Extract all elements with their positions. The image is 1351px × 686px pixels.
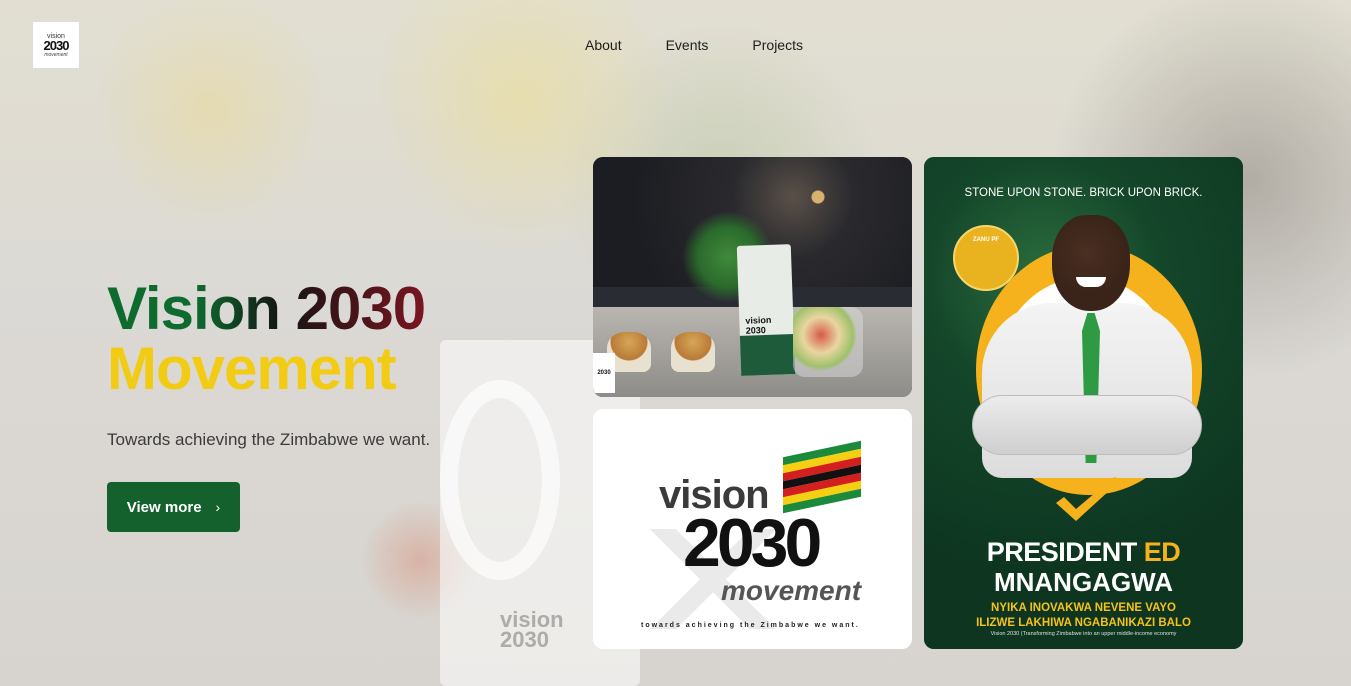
muffin [671,332,715,372]
portrait-face [1052,215,1130,311]
nav-projects[interactable]: Projects [752,37,803,53]
view-more-label: View more [126,498,202,516]
poster-slogan-line1: NYIKA INOVAKWA NEVENE VAYO [991,602,1176,614]
mini-logo: 2030 [593,353,615,393]
checkmark-icon [1056,477,1122,521]
poster-title-ed: ED [1143,537,1181,567]
chandelier-light [778,167,858,227]
view-more-button[interactable]: View more › [107,482,240,532]
hero-title-line2: Movement [107,335,397,402]
gift-bag-band [739,334,796,376]
event-photo-card[interactable]: vision 2030 2030 [593,157,912,397]
poster-slogan: NYIKA INOVAKWA NEVENE VAYO ILIZWE LAKHIW… [924,601,1243,631]
gift-bag-label: vision 2030 [745,314,772,336]
nav-about[interactable]: About [585,37,622,53]
poster-title-president: PRESIDENT [986,537,1144,567]
zimbabwe-flag-icon [783,440,861,514]
logo-tagline: towards achieving the Zimbabwe we want. [641,622,860,629]
hero-title: Vision 2030 Movement [107,275,426,402]
chevron-right-icon: › [215,499,221,515]
gift-bag: vision 2030 [736,244,796,376]
logo-movement-text: movement [721,575,862,606]
zanu-pf-badge: ZANU PF [953,225,1019,291]
hero-subtitle: Towards achieving the Zimbabwe we want. [107,430,431,449]
logo-number: 2030 [43,37,70,53]
main-nav: About Events Projects [585,37,847,53]
logo-text-bottom: movement [44,51,68,58]
nav-events[interactable]: Events [666,37,709,53]
poster-footer: Vision 2030 (Transforming Zimbabwe into … [990,631,1177,637]
president-poster-card[interactable]: STONE UPON STONE. BRICK UPON BRICK. ZANU… [924,157,1243,649]
site-logo[interactable]: vision 2030 movement [32,21,80,69]
poster-header: STONE UPON STONE. BRICK UPON BRICK. [964,187,1203,199]
hero-title-line1: Vision 2030 [107,275,426,342]
logo-2030-text: 2030 [683,505,822,581]
vision-logo-card[interactable]: vision 2030 movement towards achieving t… [593,409,912,649]
poster-slogan-line2: ILIZWE LAKHIWA NGABANIKAZI BALO [976,617,1191,629]
poster-name-line2: MNANGAGWA [993,567,1174,597]
fruit-jar [793,307,863,377]
poster-name-line1: PRESIDENT ED [924,537,1243,568]
portrait-arms [972,395,1202,455]
